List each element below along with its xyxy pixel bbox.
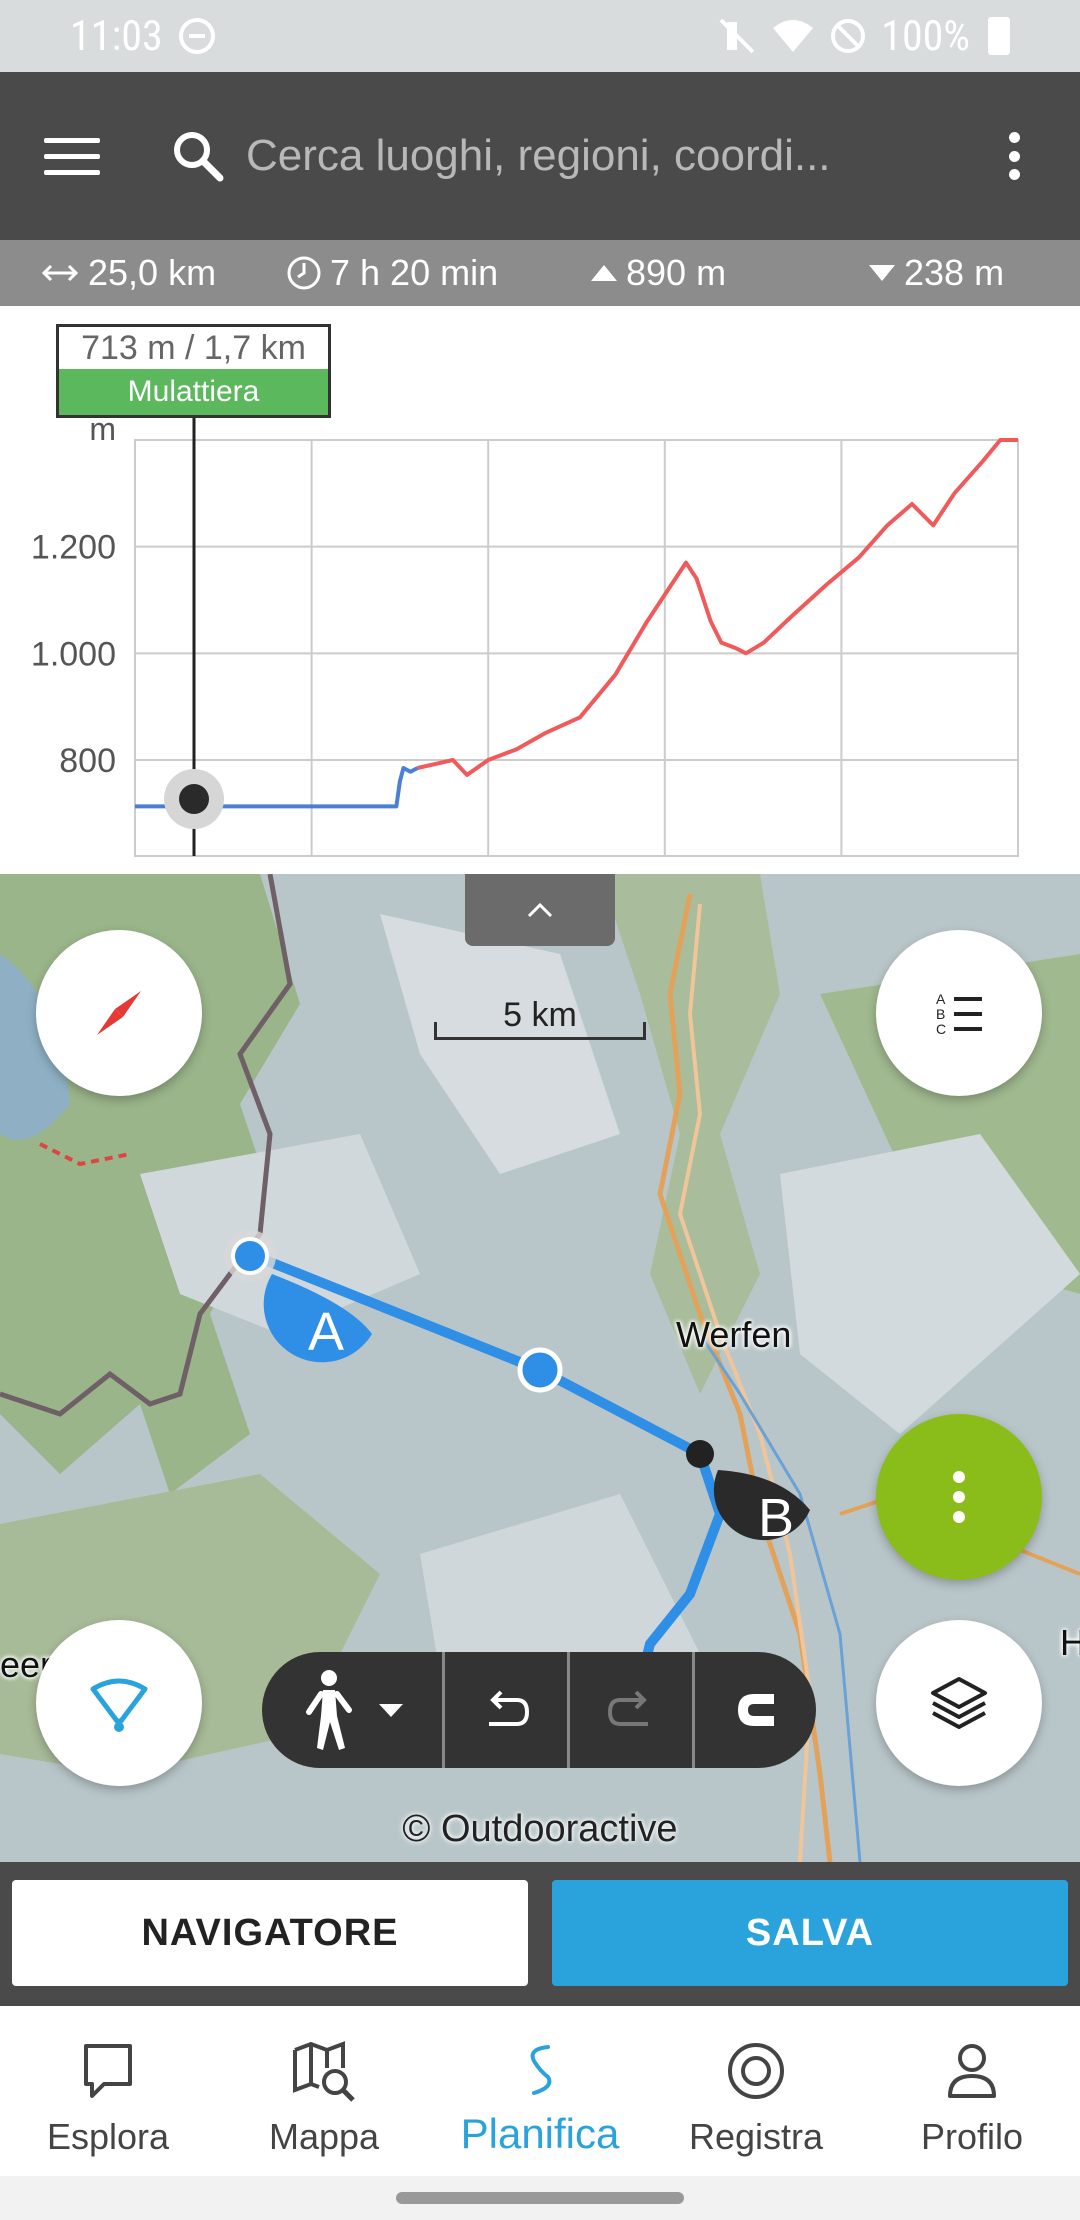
stat-descent: 238 m bbox=[868, 240, 1004, 306]
search-input[interactable] bbox=[246, 131, 994, 181]
speech-bubble-icon bbox=[84, 2044, 132, 2098]
marker-value: 713 m / 1,7 km bbox=[81, 329, 306, 367]
bottom-navigation: Esplora Mappa Planifica Registra Profilo bbox=[0, 2006, 1080, 2176]
battery-level: 100% bbox=[881, 11, 970, 61]
ascent-icon bbox=[591, 265, 617, 281]
top-app-bar bbox=[0, 72, 1080, 240]
map-copyright: © Outdooractive bbox=[402, 1808, 678, 1850]
route-plan-icon bbox=[530, 2045, 552, 2095]
undo-icon bbox=[489, 1690, 530, 1726]
route-edit-toolbar bbox=[262, 1652, 816, 1768]
save-button[interactable]: SALVA bbox=[552, 1880, 1068, 1986]
stat-ascent-value: 890 m bbox=[626, 252, 727, 293]
home-gesture-bar[interactable] bbox=[396, 2192, 684, 2204]
stat-duration: 7 h 20 min bbox=[286, 240, 498, 306]
nav-item-profile[interactable]: Profilo bbox=[864, 2006, 1080, 2176]
walk-icon bbox=[306, 1670, 352, 1750]
list-abc-icon: A B C bbox=[936, 991, 982, 1037]
route-start-point[interactable] bbox=[231, 1237, 269, 1275]
record-icon bbox=[728, 2043, 784, 2099]
y-tick-label: 1.000 bbox=[31, 635, 116, 673]
app-screen: 11:03 100% Cerca luoghi, regioni, coordi… bbox=[0, 0, 1080, 2220]
nav-item-record[interactable]: Registra bbox=[648, 2006, 864, 2176]
more-options-icon[interactable] bbox=[994, 126, 1034, 186]
map-scale: 5 km bbox=[434, 996, 646, 1040]
hamburger-menu-icon[interactable] bbox=[44, 136, 100, 176]
svg-text:B: B bbox=[936, 1006, 945, 1022]
stat-descent-value: 238 m bbox=[904, 252, 1005, 293]
location-button[interactable] bbox=[36, 1620, 202, 1786]
status-icons: 100% bbox=[717, 12, 1010, 61]
stat-ascent: 890 m bbox=[590, 240, 726, 306]
user-icon bbox=[948, 2044, 996, 2098]
layers-button[interactable] bbox=[876, 1620, 1042, 1786]
map-view[interactable]: A B A B C 5 km Werfen eer H © Outdooract… bbox=[0, 874, 1080, 1862]
svg-text:C: C bbox=[936, 1021, 946, 1037]
compass-icon bbox=[97, 991, 141, 1035]
stat-distance: 25,0 km bbox=[40, 240, 216, 306]
battery-icon bbox=[988, 17, 1010, 55]
map-search-icon bbox=[293, 2041, 355, 2102]
route-options-button[interactable] bbox=[876, 1414, 1042, 1580]
place-label-right: H bbox=[1060, 1622, 1080, 1663]
clock-icon bbox=[287, 256, 321, 290]
svg-text:A: A bbox=[936, 991, 946, 1007]
y-tick-label: 1.200 bbox=[31, 529, 116, 567]
nav-item-plan[interactable]: Planifica bbox=[432, 2006, 648, 2176]
status-time: 11:03 bbox=[70, 11, 163, 61]
distance-icon bbox=[41, 264, 79, 282]
route-end-point[interactable] bbox=[686, 1440, 714, 1468]
search-icon[interactable] bbox=[170, 128, 226, 184]
elevation-series-2 bbox=[417, 438, 1018, 777]
redo-button[interactable] bbox=[567, 1652, 692, 1768]
dropdown-arrow-icon bbox=[379, 1704, 403, 1717]
location-cone-icon bbox=[90, 1678, 148, 1732]
status-bar: 11:03 100% bbox=[0, 0, 1080, 72]
block-icon bbox=[831, 19, 866, 53]
wifi-icon bbox=[773, 20, 814, 52]
nav-label-plan: Planifica bbox=[460, 2110, 620, 2157]
waypoint-list-button[interactable]: A B C bbox=[876, 930, 1042, 1096]
elevation-profile[interactable]: m 800 1.000 1.200 713 m / 1,7 km Mulattier… bbox=[0, 306, 1080, 874]
place-label-werfen: Werfen bbox=[676, 1314, 792, 1355]
chevron-up-icon bbox=[527, 902, 553, 918]
stat-distance-value: 25,0 km bbox=[88, 252, 217, 293]
magnet-icon bbox=[737, 1694, 774, 1726]
mute-icon bbox=[719, 18, 755, 54]
nav-label-map: Mappa bbox=[268, 2116, 380, 2157]
nav-label-record: Registra bbox=[688, 2116, 824, 2157]
redo-icon bbox=[607, 1690, 648, 1726]
descent-icon bbox=[869, 265, 895, 281]
activity-select-button[interactable] bbox=[262, 1652, 442, 1768]
nav-item-explore[interactable]: Esplora bbox=[0, 2006, 216, 2176]
route-waypoint[interactable] bbox=[517, 1347, 563, 1393]
marker-b-label: B bbox=[758, 1488, 794, 1548]
marker-info-box: 713 m / 1,7 km Mulattiera bbox=[56, 324, 331, 418]
nav-label-profile: Profilo bbox=[920, 2116, 1024, 2157]
navigator-button[interactable]: NAVIGATORE bbox=[12, 1880, 528, 1986]
marker-a-label: A bbox=[308, 1302, 344, 1362]
compass-button[interactable] bbox=[36, 930, 202, 1096]
chart-frame bbox=[134, 439, 1019, 857]
collapse-profile-button[interactable] bbox=[465, 874, 615, 946]
route-stats-bar: 25,0 km 7 h 20 min 890 m 238 m bbox=[0, 240, 1080, 306]
gesture-area bbox=[0, 2176, 1080, 2220]
layers-icon bbox=[931, 1677, 987, 1729]
snap-to-path-button[interactable] bbox=[692, 1652, 816, 1768]
stat-duration-value: 7 h 20 min bbox=[330, 252, 499, 293]
surface-type: Mulattiera bbox=[59, 369, 328, 415]
position-marker-dot bbox=[179, 784, 209, 814]
bottom-action-bar: NAVIGATORE SALVA bbox=[0, 1862, 1080, 2006]
more-vertical-icon bbox=[953, 1471, 965, 1523]
nav-label-explore: Esplora bbox=[46, 2116, 170, 2157]
undo-button[interactable] bbox=[442, 1652, 567, 1768]
y-tick-label: 800 bbox=[59, 742, 116, 780]
dnd-icon bbox=[178, 18, 215, 54]
nav-item-map[interactable]: Mappa bbox=[216, 2006, 432, 2176]
